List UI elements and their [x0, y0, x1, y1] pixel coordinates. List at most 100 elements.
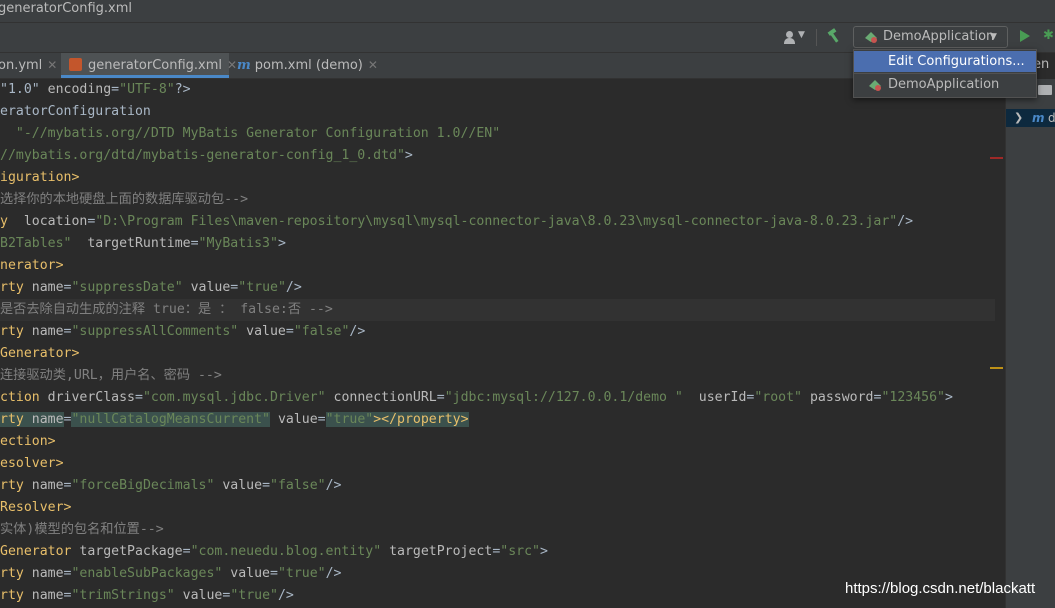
- tab-pom-xml[interactable]: m pom.xml (demo) ✕: [237, 53, 378, 78]
- code-line[interactable]: iguration>: [0, 167, 995, 189]
- code-token: =: [190, 236, 199, 251]
- code-line[interactable]: "-//mybatis.org//DTD MyBatis Generator C…: [0, 123, 995, 145]
- code-line[interactable]: 是否去除自动生成的注释 true：是 ： false:否 -->: [0, 299, 995, 321]
- code-token: ></property>: [373, 412, 469, 427]
- code-line[interactable]: rty name="forceBigDecimals" value="false…: [0, 475, 995, 497]
- spring-boot-icon: [865, 32, 877, 43]
- code-token: "nullCatalogMeansCurrent": [71, 412, 270, 427]
- code-line[interactable]: rty name="suppressAllComments" value="fa…: [0, 321, 995, 343]
- code-token: rty: [0, 280, 32, 295]
- folder-icon[interactable]: [1038, 85, 1052, 95]
- run-configuration-select[interactable]: DemoApplication ▼: [853, 26, 1008, 48]
- code-token: name: [31, 588, 64, 603]
- tab-label: pom.xml (demo): [254, 58, 363, 73]
- tab-application-yml[interactable]: on.yml ✕: [0, 53, 57, 78]
- code-line[interactable]: Resolver>: [0, 497, 995, 519]
- code-token: rty: [0, 412, 32, 427]
- code-token: password: [809, 390, 874, 405]
- code-line[interactable]: y location="D:\Program Files\maven-repos…: [0, 211, 995, 233]
- code-line[interactable]: //mybatis.org/dtd/mybatis-generator-conf…: [0, 145, 995, 167]
- code-token: "suppressDate": [71, 280, 183, 295]
- code-token: />: [349, 324, 366, 339]
- code-line[interactable]: nerator>: [0, 255, 995, 277]
- tab-generator-config[interactable]: generatorConfig.xml ✕: [61, 53, 237, 78]
- code-token: 实体)模型的包名和位置-->: [0, 522, 164, 537]
- build-hammer-icon[interactable]: [826, 28, 842, 44]
- code-token: rty: [0, 324, 32, 339]
- code-token: Generator: [0, 544, 80, 559]
- code-token: iguration>: [0, 170, 80, 185]
- tree-item-label: d: [1048, 111, 1055, 125]
- code-token: =: [317, 412, 326, 427]
- code-line[interactable]: Generator>: [0, 343, 995, 365]
- close-icon[interactable]: ✕: [47, 58, 57, 72]
- code-token: "trimStrings": [71, 588, 175, 603]
- code-line[interactable]: ection>: [0, 431, 995, 453]
- maven-icon: m: [1032, 111, 1045, 125]
- code-line[interactable]: B2Tables" targetRuntime="MyBatis3">: [0, 233, 995, 255]
- xml-file-icon: [69, 58, 82, 71]
- menu-item-label: Edit Configurations...: [888, 54, 1025, 69]
- code-token: encoding: [47, 82, 112, 97]
- code-line[interactable]: esolver>: [0, 453, 995, 475]
- code-token: driverClass: [47, 390, 135, 405]
- code-token: "MyBatis3": [198, 236, 278, 251]
- code-token: =: [134, 390, 143, 405]
- code-token: />: [325, 478, 342, 493]
- code-line[interactable]: 实体)模型的包名和位置-->: [0, 519, 995, 541]
- debug-icon[interactable]: ✱: [1043, 29, 1055, 43]
- code-token: />: [897, 214, 914, 229]
- code-token: "com.neuedu.blog.entity": [190, 544, 382, 559]
- code-token: rty: [0, 478, 32, 493]
- code-editor[interactable]: "1.0" encoding="UTF-8"?> eratorConfigurat…: [0, 79, 1005, 608]
- code-token: "src": [500, 544, 540, 559]
- close-icon[interactable]: ✕: [227, 58, 237, 72]
- code-line[interactable]: ction driverClass="com.mysql.jdbc.Driver…: [0, 387, 995, 409]
- code-token: "false": [293, 324, 350, 339]
- code-token: rty: [0, 588, 32, 603]
- tab-label: generatorConfig.xml: [88, 58, 223, 73]
- code-line[interactable]: Generator targetPackage="com.neuedu.blog…: [0, 541, 995, 563]
- code-token: Generator>: [0, 346, 80, 361]
- maven-tool-window: ❯ m d: [1005, 79, 1055, 608]
- tab-label: on.yml: [0, 58, 43, 73]
- code-token: "false": [270, 478, 326, 493]
- user-icon[interactable]: ▼: [784, 29, 810, 45]
- chevron-right-icon[interactable]: ❯: [1014, 109, 1023, 127]
- menu-item-label: DemoApplication: [888, 77, 1000, 92]
- close-icon[interactable]: ✕: [368, 58, 378, 72]
- run-configuration-label: DemoApplication: [883, 29, 995, 44]
- code-line[interactable]: eratorConfiguration: [0, 101, 995, 123]
- menu-item-edit-configurations[interactable]: Edit Configurations...: [854, 51, 1036, 72]
- code-token: =: [270, 566, 278, 581]
- run-icon[interactable]: [1020, 30, 1030, 42]
- menu-item-demo-application[interactable]: DemoApplication: [854, 74, 1036, 95]
- code-line[interactable]: "1.0" encoding="UTF-8"?>: [0, 79, 995, 101]
- code-token: "123456": [881, 390, 945, 405]
- code-token: value: [182, 588, 223, 603]
- code-token: value: [222, 478, 263, 493]
- code-token: "root": [754, 390, 802, 405]
- code-line[interactable]: rty name = "nullCatalogMeansCurrent" value…: [0, 409, 995, 431]
- code-token: "-//mybatis.org//DTD MyBatis Generator C…: [0, 126, 501, 141]
- code-line[interactable]: 连接驱动类,URL，用户名、密码 -->: [0, 365, 995, 387]
- code-token: name: [31, 412, 64, 427]
- code-line[interactable]: rty name="suppressDate" value="true"/>: [0, 277, 995, 299]
- code-line[interactable]: 选择你的本地硬盘上面的数据库驱动包-->: [0, 189, 995, 211]
- code-token: //mybatis.org/dtd/mybatis-generator-conf…: [0, 148, 405, 163]
- code-token: "true": [238, 280, 286, 295]
- code-token: targetRuntime: [87, 236, 191, 251]
- code-token: =: [111, 82, 120, 97]
- code-token: >: [944, 390, 953, 405]
- code-token: 连接驱动类,URL，用户名、密码 -->: [0, 368, 222, 383]
- code-token: ?>: [174, 82, 191, 97]
- code-token: 是否去除自动生成的注释 true：是 ： false:否 -->: [0, 302, 333, 317]
- code-token: eratorConfiguration: [0, 104, 151, 119]
- code-token: =: [262, 478, 271, 493]
- code-token: "com.mysql.jdbc.Driver": [142, 390, 326, 405]
- code-token: B2Tables": [0, 236, 72, 251]
- code-token: value: [277, 412, 318, 427]
